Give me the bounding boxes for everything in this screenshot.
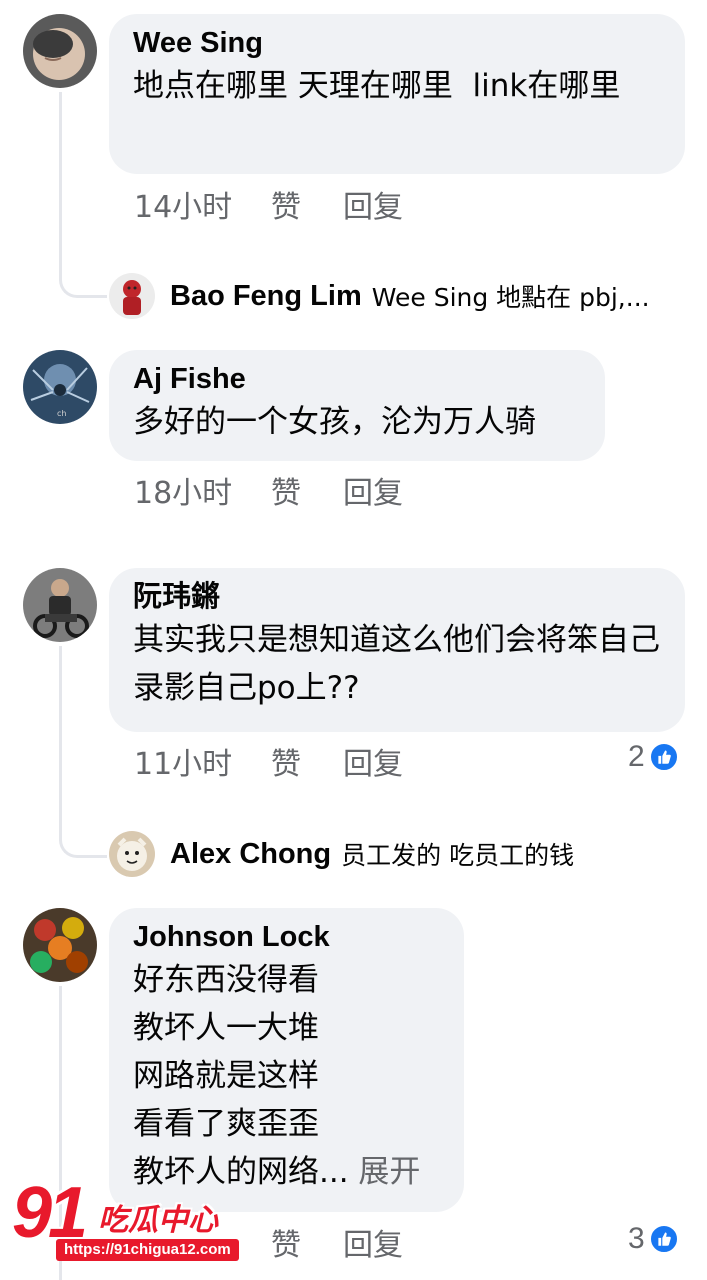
comment-author[interactable]: 阮玮鏘 [133,578,663,616]
reply-preview[interactable]: Bao Feng Lim Wee Sing 地點在 pbj,... [170,278,650,314]
reply-button[interactable]: 回复 [343,188,403,228]
like-reaction-icon [648,742,679,772]
comment-line: 看看了爽歪歪 [133,1106,319,1142]
comment-bubble: Johnson Lock 好东西没得看 教坏人一大堆 网路就是这样 看看了爽歪歪… [109,908,464,1212]
watermark: 91 吃瓜中心 https://91chigua12.com [10,1175,240,1275]
comment-actions: 11小时 赞 回复 [134,745,434,785]
comment-author[interactable]: Johnson Lock [133,918,442,956]
reaction-count: 3 [628,1222,645,1255]
reply-avatar[interactable] [109,831,155,877]
comment-line: 教坏人一大堆 [133,1010,319,1046]
comment-actions: 14小时 赞 回复 [134,188,434,228]
reply-button[interactable]: 回复 [343,1226,403,1266]
comment-line: 网路就是这样 [133,1058,319,1094]
thread-line [59,92,62,242]
comment-text: 多好的一个女孩，沦为万人骑 [133,404,536,440]
avatar[interactable]: ch [23,350,97,424]
reply-button[interactable]: 回复 [343,474,403,514]
reply-avatar[interactable] [109,273,155,319]
comment-bubble: Wee Sing 地点在哪里 天理在哪里 link在哪里 [109,14,685,174]
watermark-brand: 吃瓜中心 [98,1203,218,1238]
svg-text:ch: ch [57,409,66,418]
like-reaction-icon [648,1224,679,1254]
comment-bubble: Aj Fishe 多好的一个女孩，沦为万人骑 [109,350,605,461]
avatar[interactable] [23,908,97,982]
like-button[interactable]: 赞 [271,474,301,514]
thread-connector [59,804,107,858]
watermark-url: https://91chigua12.com [56,1239,239,1261]
comment-actions: 18小时 赞 回复 [134,474,434,514]
thread-connector [59,240,107,298]
avatar[interactable] [23,568,97,642]
reply-text: 员工发的 吃员工的钱 [341,841,575,870]
comment-timestamp[interactable]: 11小时 [134,745,232,785]
reaction-count: 2 [628,740,645,773]
reply-author[interactable]: Alex Chong [170,838,331,871]
reaction-summary[interactable]: 3 [628,1222,679,1256]
avatar[interactable] [23,14,97,88]
like-button[interactable]: 赞 [271,745,301,785]
thread-line [59,646,62,806]
comment-line: 好东西没得看 [133,962,319,998]
like-button[interactable]: 赞 [271,1226,301,1266]
comment-timestamp[interactable]: 14小时 [134,188,232,228]
reply-preview[interactable]: Alex Chong 员工发的 吃员工的钱 [170,836,574,872]
like-button[interactable]: 赞 [271,188,301,228]
reaction-summary[interactable]: 2 [628,740,679,774]
comment-text: 其实我只是想知道这么他们会将笨自己录影自己po上?? [133,622,660,706]
reply-button[interactable]: 回复 [343,745,403,785]
comment-text: 地点在哪里 天理在哪里 link在哪里 [133,68,621,104]
see-more-link[interactable]: 展开 [358,1154,420,1190]
comment-author[interactable]: Aj Fishe [133,360,583,398]
reply-author[interactable]: Bao Feng Lim [170,280,362,313]
reply-text: Wee Sing 地點在 pbj,... [371,283,650,312]
comment-author[interactable]: Wee Sing [133,24,663,62]
comment-timestamp[interactable]: 18小时 [134,474,232,514]
comment-bubble: 阮玮鏘 其实我只是想知道这么他们会将笨自己录影自己po上?? [109,568,685,732]
